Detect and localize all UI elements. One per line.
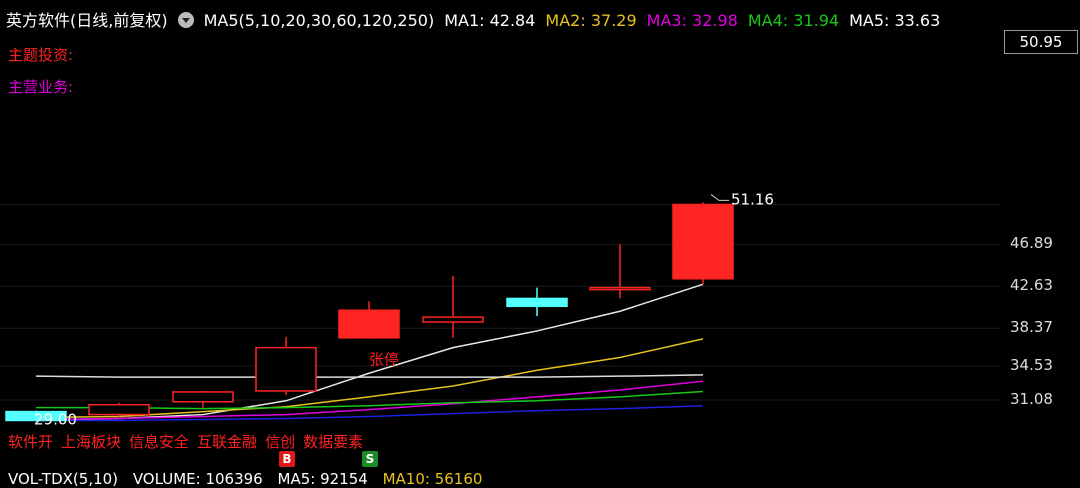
high-pointer — [710, 194, 729, 201]
vol-ma10: MA10: 56160 — [382, 470, 483, 488]
concept-tag-6[interactable]: 数据要素 — [303, 433, 363, 451]
candle-body-5 — [338, 309, 400, 339]
concept-tag-5[interactable]: 信创 — [265, 433, 295, 451]
concept-tag-3[interactable]: 信息安全 — [129, 433, 189, 451]
candle-body-2 — [88, 403, 150, 416]
concept-tag-2[interactable]: 上海板块 — [61, 433, 121, 451]
candle-body-8 — [589, 286, 651, 291]
vol-title[interactable]: VOL-TDX(5,10) — [8, 470, 118, 488]
concept-tag-1[interactable]: 软件开 — [8, 433, 53, 451]
limit-up-label: 张停 — [369, 350, 399, 368]
candle-body-9 — [672, 203, 734, 280]
volume-indicator-bar: VOL-TDX(5,10) VOLUME: 106396 MA5: 92154 … — [8, 470, 492, 488]
candle-body-4 — [255, 346, 317, 392]
current-price-box: 50.95 — [1004, 30, 1078, 54]
ma-line-ma5 — [35, 374, 704, 378]
concept-tag-4[interactable]: 互联金融 — [197, 433, 257, 451]
price-tick-3: 38.37 — [1010, 318, 1053, 337]
price-axis: 46.89 42.63 38.37 34.53 31.08 — [1000, 0, 1080, 482]
concept-tags: 软件开 上海板块 信息安全 互联金融 信创 数据要素 — [8, 431, 371, 452]
vol-volume: VOLUME: 106396 — [132, 470, 263, 488]
candlestick-chart[interactable]: 51.16 张停 29.00 — [0, 0, 1000, 482]
candle-body-3 — [172, 391, 234, 403]
price-tick-5: 31.08 — [1010, 390, 1053, 408]
price-tick-1: 46.89 — [1010, 234, 1053, 253]
sell-signal-badge[interactable]: S — [362, 451, 378, 467]
price-tick-2: 42.63 — [1010, 276, 1053, 295]
candle-body-7 — [506, 297, 568, 308]
vol-ma5: MA5: 92154 — [277, 470, 368, 488]
price-tick-4: 34.53 — [1010, 356, 1053, 375]
high-price-label: 51.16 — [731, 190, 774, 208]
buy-signal-badge[interactable]: B — [279, 451, 295, 467]
candle-body-6 — [422, 316, 484, 323]
low-price-label: 29.00 — [34, 410, 77, 428]
